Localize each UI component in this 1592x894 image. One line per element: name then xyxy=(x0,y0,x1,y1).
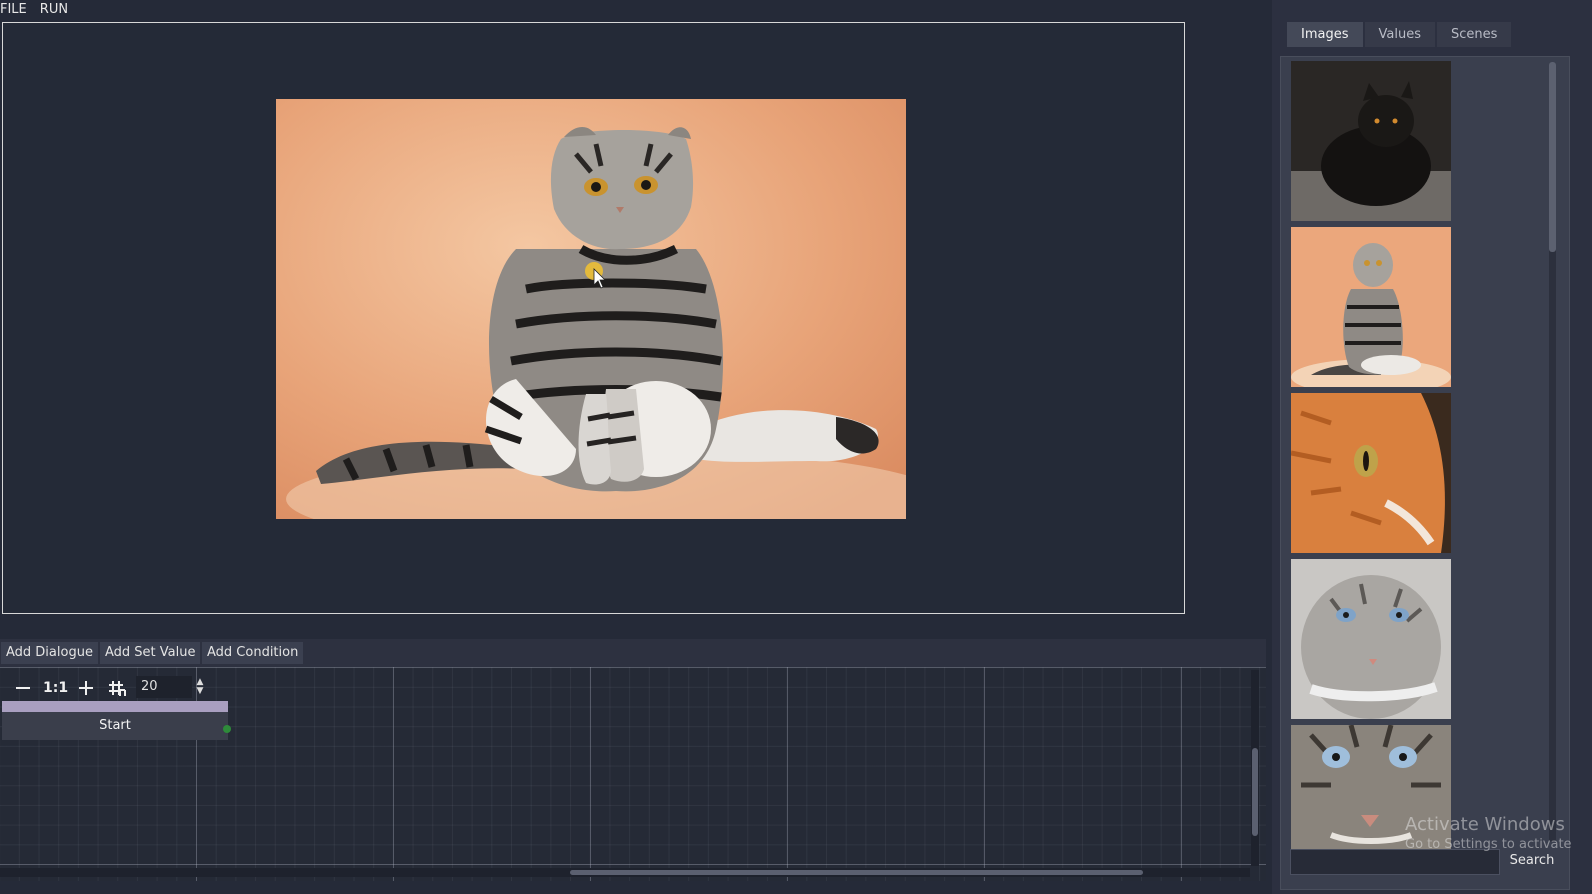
add-set-value-button[interactable]: Add Set Value xyxy=(100,642,201,664)
zoom-reset-button[interactable]: 1:1 xyxy=(43,677,68,699)
thumbnail-tabby-fold-cat[interactable] xyxy=(1291,227,1451,387)
add-dialogue-button[interactable]: Add Dialogue xyxy=(1,642,98,664)
thumbnail-tabby-cat-closeup[interactable] xyxy=(1291,725,1451,849)
thumbnail-black-cat[interactable] xyxy=(1291,61,1451,221)
tab-images[interactable]: Images xyxy=(1287,22,1363,47)
images-scrollbar[interactable] xyxy=(1549,62,1556,842)
snap-grid-icon[interactable] xyxy=(106,677,128,699)
start-node-output-port[interactable] xyxy=(223,725,231,733)
snap-step-input[interactable]: 20 xyxy=(136,676,192,698)
graph-horizontal-scrollbar[interactable] xyxy=(0,868,1250,877)
start-node-header[interactable] xyxy=(2,701,228,712)
tab-scenes[interactable]: Scenes xyxy=(1436,22,1512,47)
snap-step-spinner-icon[interactable]: ▲ ▼ xyxy=(194,678,206,698)
graph-editor[interactable]: 1:1 xyxy=(0,667,1266,881)
image-search-input[interactable] xyxy=(1290,849,1500,875)
graph-vertical-scrollbar[interactable] xyxy=(1251,670,1259,866)
start-node-label: Start xyxy=(99,718,131,733)
zoom-out-icon[interactable] xyxy=(12,677,34,699)
graph-toolbar: Add Dialogue Add Set Value Add Condition xyxy=(0,639,1266,667)
images-scrollbar-thumb[interactable] xyxy=(1549,62,1556,252)
side-tabs: Images Values Scenes xyxy=(1287,22,1513,47)
zoom-in-icon[interactable] xyxy=(75,677,97,699)
menu-file[interactable]: FILE xyxy=(0,0,27,20)
menu-bar: FILE RUN xyxy=(0,0,81,20)
scene-background-image[interactable] xyxy=(276,99,906,519)
start-node[interactable]: Start xyxy=(2,701,228,740)
thumbnail-grey-longhair-cat[interactable] xyxy=(1291,559,1451,719)
images-list xyxy=(1280,56,1570,890)
add-condition-button[interactable]: Add Condition xyxy=(202,642,304,664)
graph-horizontal-scrollbar-thumb[interactable] xyxy=(570,870,1143,875)
tab-values[interactable]: Values xyxy=(1364,22,1435,47)
thumbnail-orange-cat[interactable] xyxy=(1291,393,1451,553)
search-button[interactable]: Search xyxy=(1505,849,1559,875)
graph-vertical-scrollbar-thumb[interactable] xyxy=(1252,748,1258,836)
menu-run[interactable]: RUN xyxy=(40,0,68,20)
